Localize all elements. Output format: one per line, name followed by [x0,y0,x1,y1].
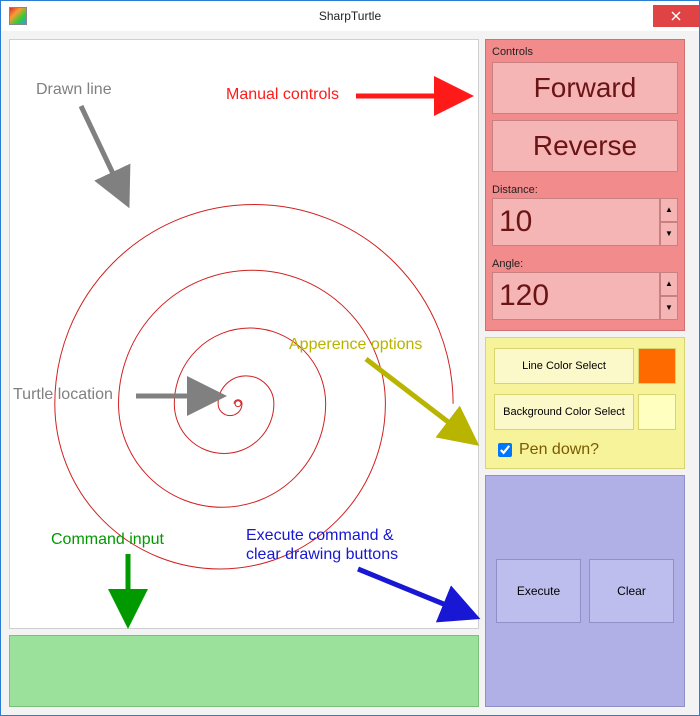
background-color-select-button[interactable]: Background Color Select [494,394,634,430]
app-icon [9,7,27,25]
execute-group: Execute Clear [485,475,685,707]
execute-button[interactable]: Execute [496,559,581,623]
bg-color-row: Background Color Select [494,394,676,430]
reverse-button[interactable]: Reverse [492,120,678,172]
pen-down-label: Pen down? [519,441,599,459]
spiral-drawing [10,40,478,628]
distance-input[interactable] [492,198,660,246]
window-title: SharpTurtle [1,9,699,23]
client-area: Controls Forward Reverse Distance: ▲ ▼ A… [1,31,699,715]
command-input[interactable] [9,635,479,707]
controls-group: Controls Forward Reverse Distance: ▲ ▼ A… [485,39,685,331]
forward-button[interactable]: Forward [492,62,678,114]
clear-button[interactable]: Clear [589,559,674,623]
distance-label: Distance: [492,184,678,196]
appearance-group: Line Color Select Background Color Selec… [485,337,685,469]
background-color-swatch[interactable] [638,394,676,430]
angle-down-button[interactable]: ▼ [660,296,678,320]
close-button[interactable] [653,5,699,27]
turtle-marker [235,401,241,407]
pen-down-row[interactable]: Pen down? [494,440,676,460]
close-icon [671,11,681,21]
drawing-canvas[interactable] [9,39,479,629]
distance-down-button[interactable]: ▼ [660,222,678,246]
pen-down-checkbox[interactable] [498,443,512,457]
angle-label: Angle: [492,258,678,270]
right-column: Controls Forward Reverse Distance: ▲ ▼ A… [485,39,685,707]
command-area [9,635,479,707]
line-color-row: Line Color Select [494,348,676,384]
line-color-swatch[interactable] [638,348,676,384]
app-window: SharpTurtle [0,0,700,716]
titlebar[interactable]: SharpTurtle [1,1,699,32]
distance-spinner: ▲ ▼ [492,198,678,246]
line-color-select-button[interactable]: Line Color Select [494,348,634,384]
distance-up-button[interactable]: ▲ [660,198,678,222]
angle-input[interactable] [492,272,660,320]
angle-spinner: ▲ ▼ [492,272,678,320]
angle-up-button[interactable]: ▲ [660,272,678,296]
controls-legend: Controls [492,46,678,58]
